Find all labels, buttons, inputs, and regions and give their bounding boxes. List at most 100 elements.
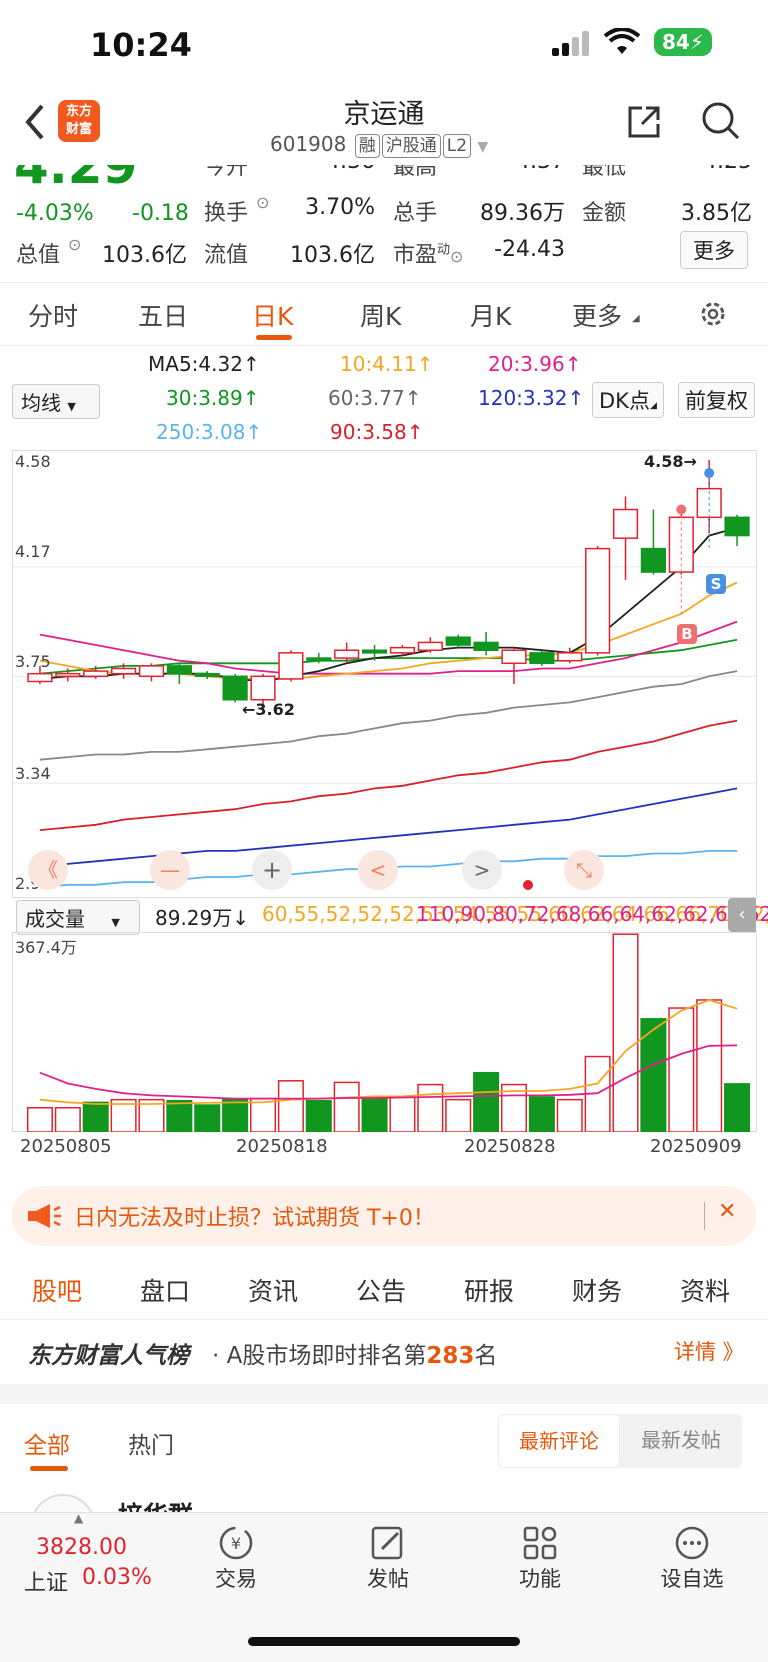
sell-marker: S [706,574,726,594]
candle [194,672,220,678]
nav-bar: 东方 财富 京运通 601908 融沪股通 L2 ▼ [0,90,768,165]
candle [417,641,443,651]
ma10-line [39,581,738,680]
ma250-label: 250:3.08↑ [156,420,263,444]
candle [640,547,667,573]
avatar [30,1494,96,1512]
tag-level2: L2 [442,134,472,158]
tag-connect: 沪股通 [381,134,441,158]
tab-finance[interactable]: 财务 [572,1272,622,1308]
more-quote-button[interactable]: 更多 [680,231,748,269]
home-indicator [248,1637,520,1646]
nav-trade[interactable]: ¥ 交易 [176,1523,296,1593]
tab-profile[interactable]: 资料 [680,1272,730,1308]
ma90-label: 90:3.58↑ [330,420,424,444]
candle [306,657,332,662]
ma5-label: MA5:4.32↑ [148,352,260,376]
filter-hot[interactable]: 热门 [128,1426,174,1460]
volume-value: 89.36万 [480,201,565,226]
stock-code: 601908 [270,132,347,156]
tab-research[interactable]: 研报 [464,1272,514,1308]
zoom-out-button[interactable]: — [150,850,190,890]
rank-detail-link[interactable]: 详情 》 [674,1336,744,1366]
share-icon[interactable] [624,102,664,146]
indicator-select[interactable]: 成交量 ▼ [16,900,140,935]
ma120-label: 120:3.32↑ [478,386,585,410]
battery-indicator: 84⚡ [654,28,712,56]
nav-add-watchlist[interactable]: 设自选 [632,1523,752,1593]
candle [585,547,611,654]
post-filter: 全部 热门 最新评论 最新发帖 [0,1404,768,1486]
section-gap [0,1384,768,1404]
adjust-button[interactable]: 前复权 [678,382,755,418]
megaphone-icon [26,1202,62,1234]
candle [110,667,137,675]
tab-daily-k[interactable]: 日K [252,297,293,333]
tab-monthly-k[interactable]: 月K [470,297,511,333]
tab-news[interactable]: 资讯 [248,1272,298,1308]
high-annotation: 4.58→ [644,452,697,471]
candle [724,516,750,537]
post-preview[interactable]: 培华群 [0,1486,768,1512]
volume-bar [417,1083,444,1132]
index-ticker[interactable]: ▲ 3828.00 上证 0.03% [0,1511,170,1613]
promo-banner[interactable]: 日内无法及时止损？试试期货 T+0！ ✕ [12,1186,756,1246]
caret-up-icon: ▲ [74,1511,84,1525]
volume-bar [473,1071,500,1132]
index-value: 3828.00 [36,1535,127,1560]
tag-margin: 融 [354,134,380,158]
sort-latest-comment[interactable]: 最新评论 [498,1414,620,1468]
ma30-label: 30:3.89↑ [166,386,260,410]
buy-dot [676,504,687,515]
nav-functions[interactable]: 功能 [480,1523,600,1593]
candle [389,646,416,654]
search-icon[interactable] [700,100,742,146]
dk-point-button[interactable]: DK点◢ [592,382,664,418]
tab-intraday[interactable]: 分时 [28,297,78,333]
zoom-in-button[interactable]: + [252,850,292,890]
tab-five-day[interactable]: 五日 [138,297,188,333]
y-tick-label: 3.75 [15,652,51,671]
volume-bar [305,1099,332,1132]
move-left-button[interactable]: < [358,850,398,890]
tab-weekly-k[interactable]: 周K [360,297,401,333]
quote-panel: 4.29 今开 4.36 最高 4.37 最低 4.25 -4.03% -0.1… [0,165,768,280]
fullscreen-button[interactable]: ⤡ [564,850,604,890]
candle [27,672,53,683]
ma-select[interactable]: 均线 ▼ [12,384,100,419]
vol-ma2-label: 110,90,80,72,68,66,64,62,62,62,62,63,63,… [416,902,768,926]
gear-icon[interactable] [698,299,728,333]
kline-chart[interactable]: 4.58 4.17 3.75 3.34 2.93 4.58→ ←3.62 S B… [12,450,757,898]
x-date-label: 20250818 [236,1136,328,1157]
signal-icon [552,30,592,56]
info-icon[interactable]: ⊙ [68,235,81,254]
volume-bar [361,1096,388,1132]
stock-code-row: 601908 融沪股通 L2 ▼ [270,132,488,158]
volume-bar [696,999,723,1132]
nav-post[interactable]: 发帖 [328,1523,448,1593]
volume-bar [528,1096,555,1132]
volume-bar [556,1098,583,1132]
sort-latest-post[interactable]: 最新发帖 [620,1414,742,1468]
more-dots-icon [632,1523,752,1563]
ma90-line [39,719,738,831]
rewind-button[interactable]: 《 [28,850,68,890]
tab-announcement[interactable]: 公告 [356,1272,406,1308]
tab-guba[interactable]: 股吧 [32,1272,82,1308]
collapse-panel-button[interactable]: ‹ [728,898,756,932]
amount-value: 3.85亿 [681,201,752,226]
tab-more[interactable]: 更多 [572,297,622,333]
close-icon[interactable]: ✕ [718,1199,736,1224]
chevron-down-icon[interactable]: ▼ [477,139,488,155]
volume-chart[interactable]: 367.4万 20250805 20250818 20250828 202509… [12,932,757,1157]
ma60-line [39,670,738,761]
volume-bar [445,1098,472,1132]
filter-all[interactable]: 全部 [24,1426,70,1460]
tab-pankou[interactable]: 盘口 [140,1272,190,1308]
open-value: 4.36 [300,165,375,174]
bottom-bar: ▲ 3828.00 上证 0.03% ¥ 交易 发帖 功能 设自选 [0,1511,768,1662]
info-icon[interactable]: ⊙ [256,193,269,212]
candle [278,652,304,680]
move-right-button[interactable]: > [462,850,502,890]
popularity-rank[interactable]: 东方财富人气榜 · A股市场即时排名第283名 详情 》 [0,1322,768,1382]
